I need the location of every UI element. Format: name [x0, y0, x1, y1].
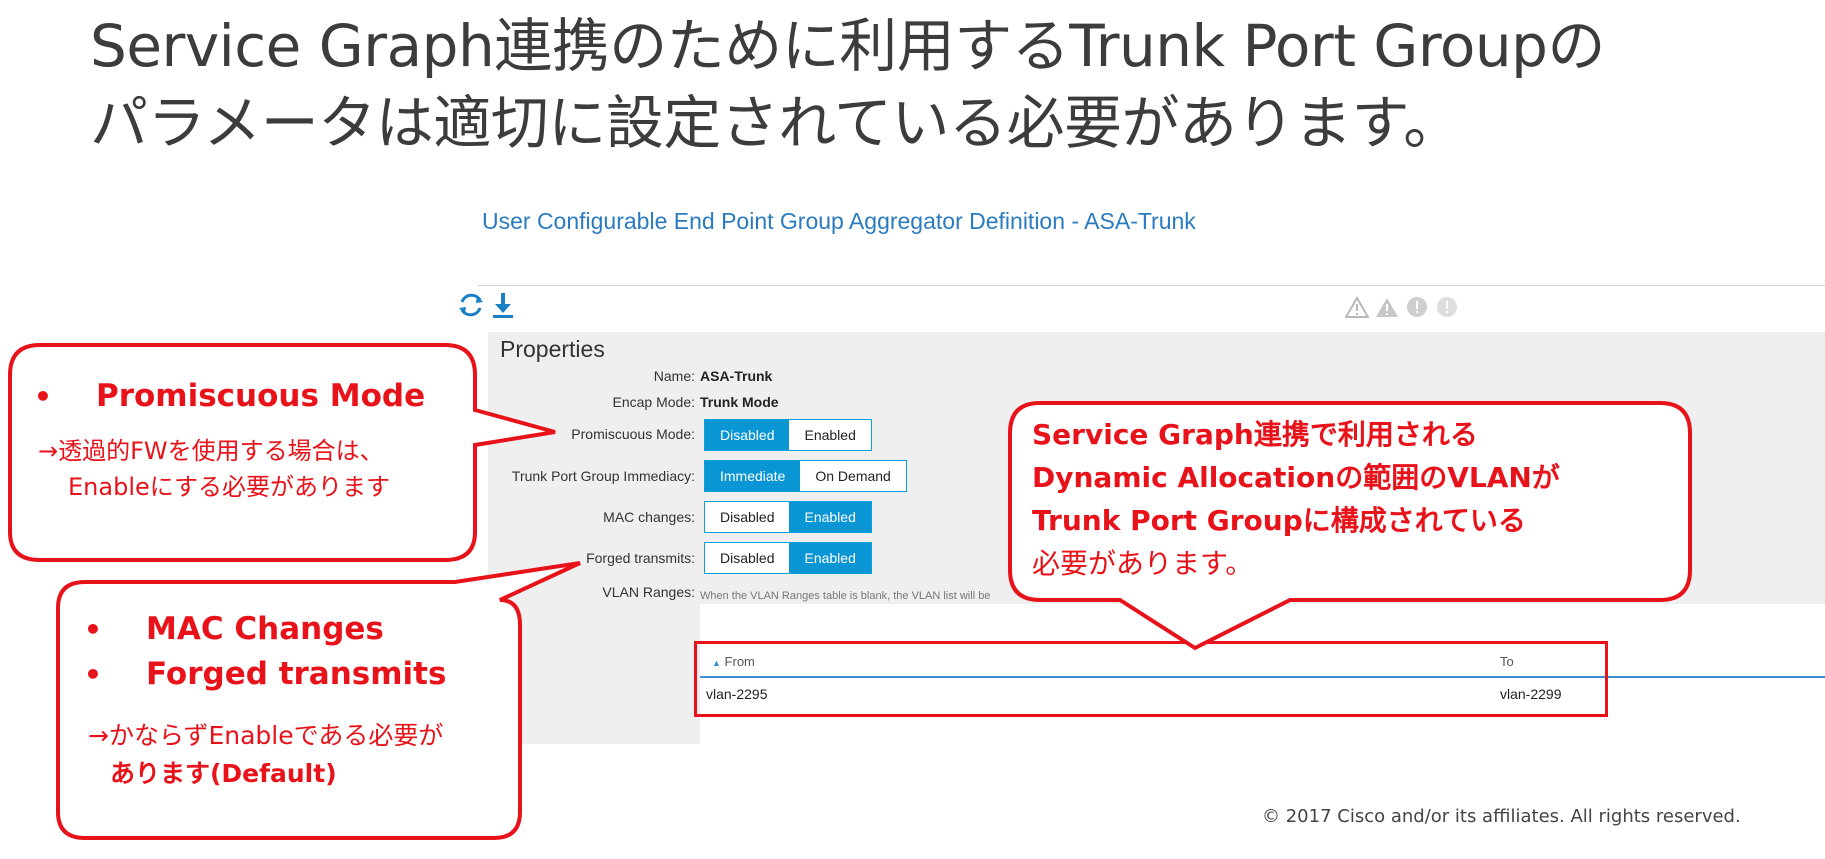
service-graph-callout-line1: Service Graph連携で利用される: [1032, 418, 1478, 451]
bullet-icon: •: [34, 380, 52, 413]
copyright-notice: © 2017 Cisco and/or its affiliates. All …: [1262, 806, 1741, 827]
service-graph-callout-line2: Dynamic Allocationの範囲のVLANが: [1032, 461, 1560, 494]
bullet-icon: •: [84, 613, 102, 646]
promiscuous-callout-line2: Enableにする必要があります: [68, 473, 390, 501]
mac-forged-callout: • MAC Changes • Forged transmits →かならずEn…: [80, 607, 446, 793]
promiscuous-callout-line1: →透過的FWを使用する場合は、: [38, 437, 384, 465]
mac-changes-callout-heading: MAC Changes: [146, 611, 384, 647]
service-graph-callout-line4: 必要があります。: [1032, 547, 1254, 580]
mac-forged-callout-line2: あります(Default): [110, 759, 337, 788]
mac-forged-callout-line1: →かならずEnableである必要が: [88, 721, 444, 750]
service-graph-callout: Service Graph連携で利用される Dynamic Allocation…: [1032, 413, 1560, 585]
forged-transmits-callout-heading: Forged transmits: [146, 656, 447, 692]
service-graph-callout-line3: Trunk Port Groupに構成されている: [1032, 504, 1526, 537]
promiscuous-callout: • Promiscuous Mode →透過的FWを使用する場合は、 Enabl…: [30, 374, 425, 505]
promiscuous-callout-heading: Promiscuous Mode: [96, 378, 426, 414]
bullet-icon: •: [84, 658, 102, 691]
